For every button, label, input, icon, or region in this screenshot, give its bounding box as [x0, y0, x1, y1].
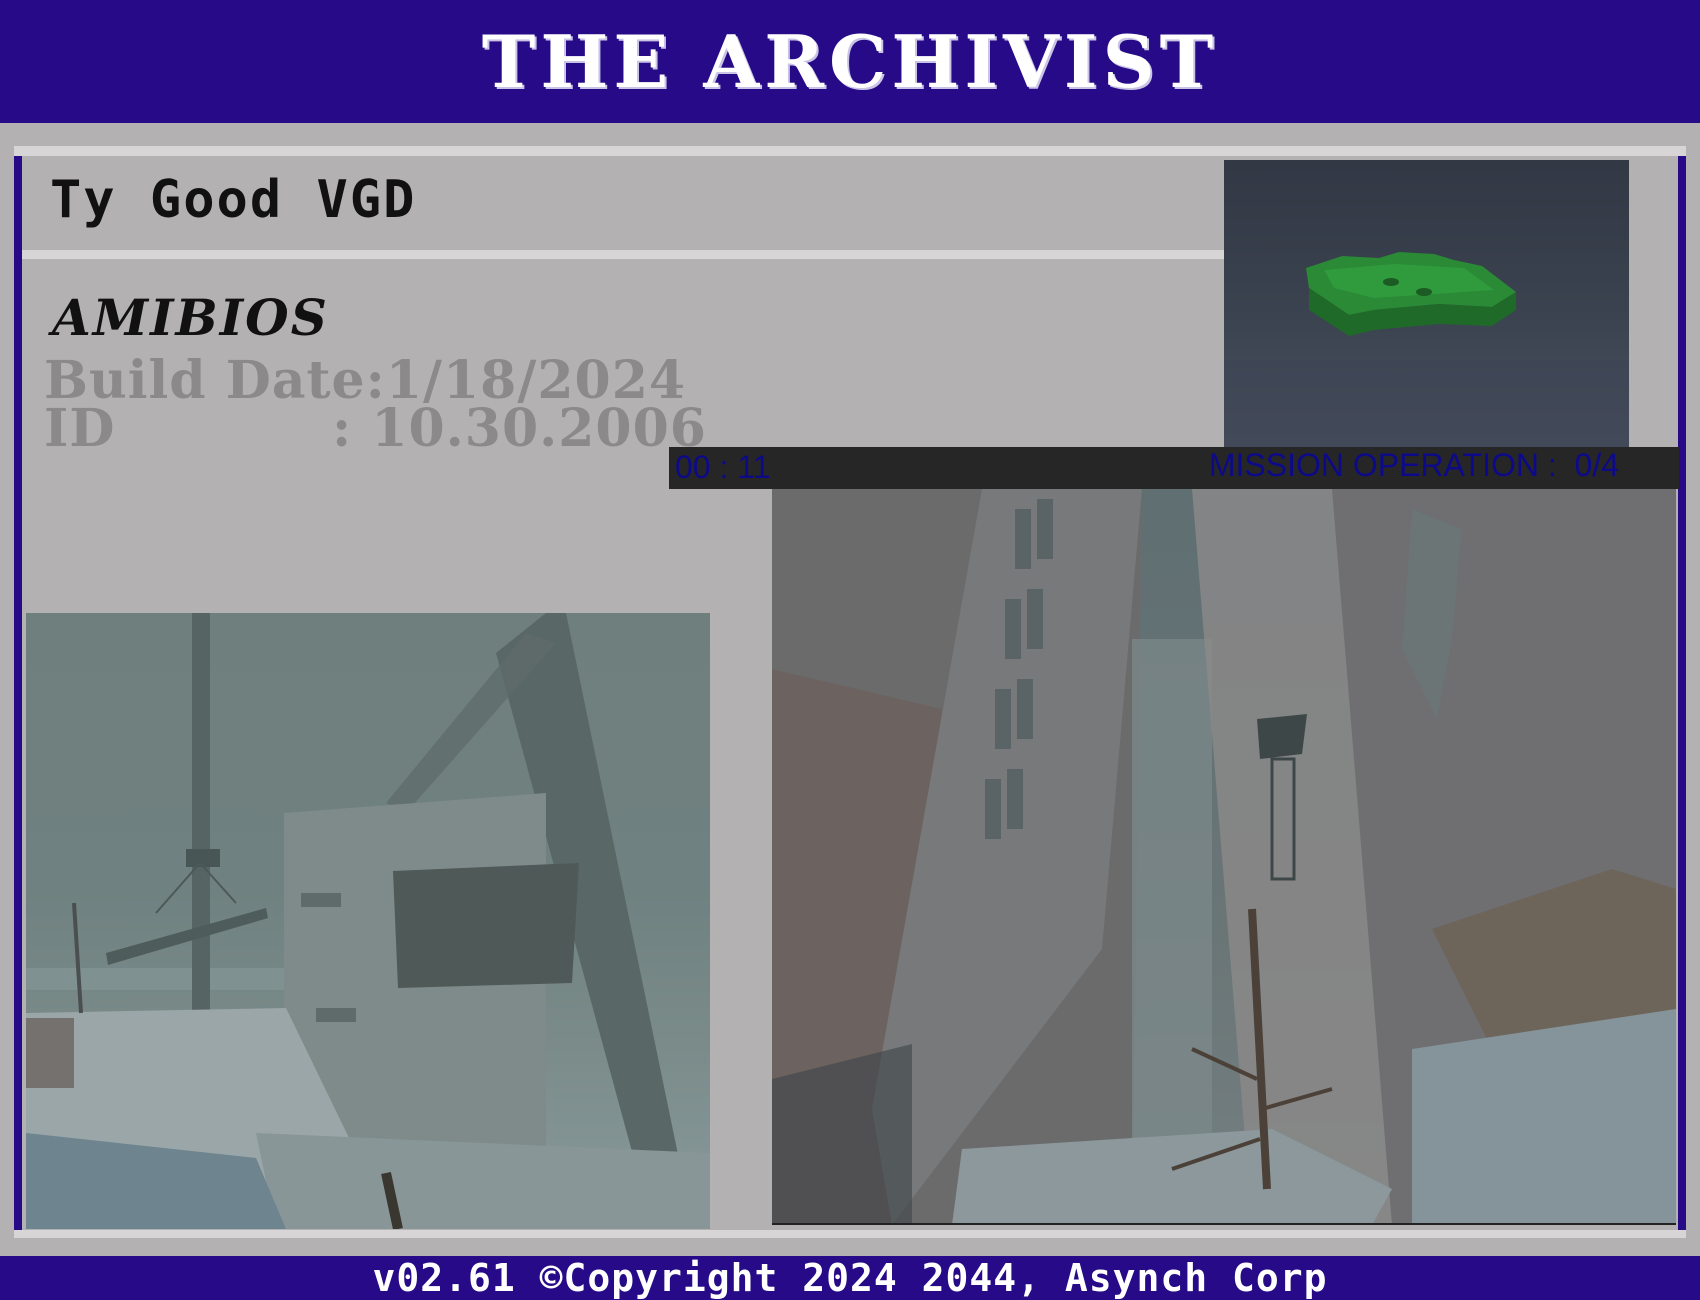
copyright-text: v02.61 ©Copyright 2024 2044, Asynch Corp — [372, 1256, 1328, 1300]
user-name: Ty Good VGD — [50, 170, 417, 230]
mission-timer: 00 : 11 — [675, 449, 771, 485]
hud-bar: 00 : 11 MISSION OPERATION : 0/4 — [669, 447, 1679, 489]
city-scene — [772, 489, 1676, 1223]
id-row: ID — [44, 398, 115, 459]
frame-top-border — [14, 146, 1686, 156]
id-label: ID — [44, 398, 116, 459]
keycard-icon — [1224, 252, 1629, 447]
id-separator: : — [332, 398, 353, 459]
mission-label: MISSION OPERATION : — [1208, 447, 1557, 483]
scene-right-view — [772, 489, 1676, 1225]
bios-vendor: AMIBIOS — [52, 288, 329, 347]
title-bar: THE ARCHIVIST — [0, 0, 1700, 123]
footer-bar: v02.61 ©Copyright 2024 2044, Asynch Corp — [0, 1256, 1700, 1300]
frame-bottom-border — [14, 1230, 1686, 1238]
id-value: 10.30.2006 — [371, 398, 707, 459]
app-title: THE ARCHIVIST — [481, 19, 1219, 104]
mission-status: MISSION OPERATION : 0/4 — [1209, 447, 1619, 484]
construction-scene — [26, 613, 710, 1229]
divider — [22, 250, 1225, 259]
scene-left-view — [26, 613, 710, 1229]
id-value-row: : 10.30.2006 — [332, 398, 707, 459]
item-preview — [1224, 160, 1629, 447]
mission-progress: 0/4 — [1574, 447, 1619, 483]
